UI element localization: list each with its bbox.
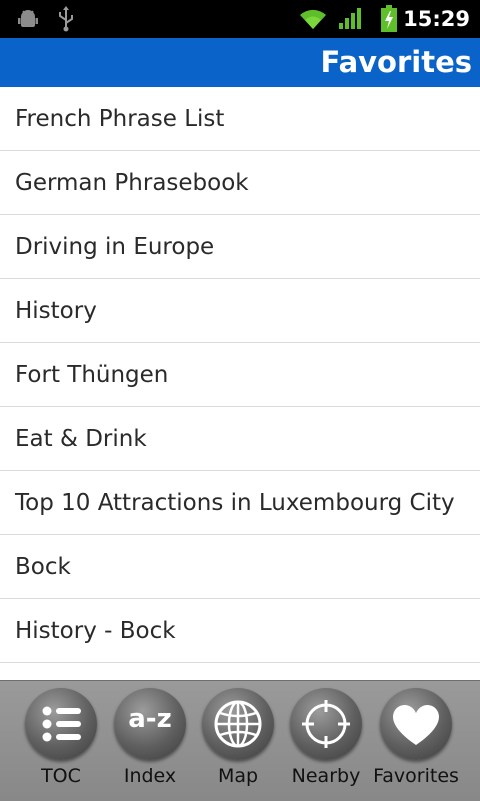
nearby-button[interactable]: Nearby — [282, 681, 370, 801]
favorites-button[interactable]: Favorites — [372, 681, 460, 801]
header-bar: Favorites — [0, 38, 480, 87]
list-item[interactable]: Bock — [0, 535, 480, 599]
a-z-icon-text: a-z — [128, 704, 172, 734]
list-item[interactable]: Eat & Drink — [0, 407, 480, 471]
list-item[interactable]: History - Bock — [0, 599, 480, 663]
list-item[interactable]: History — [0, 279, 480, 343]
signal-icon — [336, 0, 366, 38]
list-item[interactable]: French Phrase List — [0, 87, 480, 151]
usb-icon — [54, 0, 78, 38]
list-item[interactable]: Top 10 Attractions in Luxembourg City — [0, 471, 480, 535]
toc-button[interactable]: TOC — [17, 681, 105, 801]
globe-icon — [202, 688, 274, 760]
list-icon — [25, 688, 97, 760]
favorites-label: Favorites — [373, 765, 459, 787]
favorites-list: French Phrase List German Phrasebook Dri… — [0, 87, 480, 680]
wifi-icon — [298, 0, 328, 38]
a-z-icon: a-z — [114, 688, 186, 760]
map-button[interactable]: Map — [194, 681, 282, 801]
index-button[interactable]: a-z Index — [106, 681, 194, 801]
status-time: 15:29 — [403, 7, 470, 31]
page-title: Favorites — [320, 45, 472, 79]
status-bar: 15:29 — [0, 0, 480, 38]
android-debug-icon — [14, 0, 42, 38]
battery-charging-icon — [376, 0, 402, 38]
list-item[interactable]: Fort Thüngen — [0, 343, 480, 407]
bottom-nav: TOC a-z Index Map Nearby Favorites — [0, 680, 480, 801]
list-item[interactable]: German Phrasebook — [0, 151, 480, 215]
heart-icon — [380, 688, 452, 760]
crosshair-icon — [290, 688, 362, 760]
list-item[interactable]: Driving in Europe — [0, 215, 480, 279]
